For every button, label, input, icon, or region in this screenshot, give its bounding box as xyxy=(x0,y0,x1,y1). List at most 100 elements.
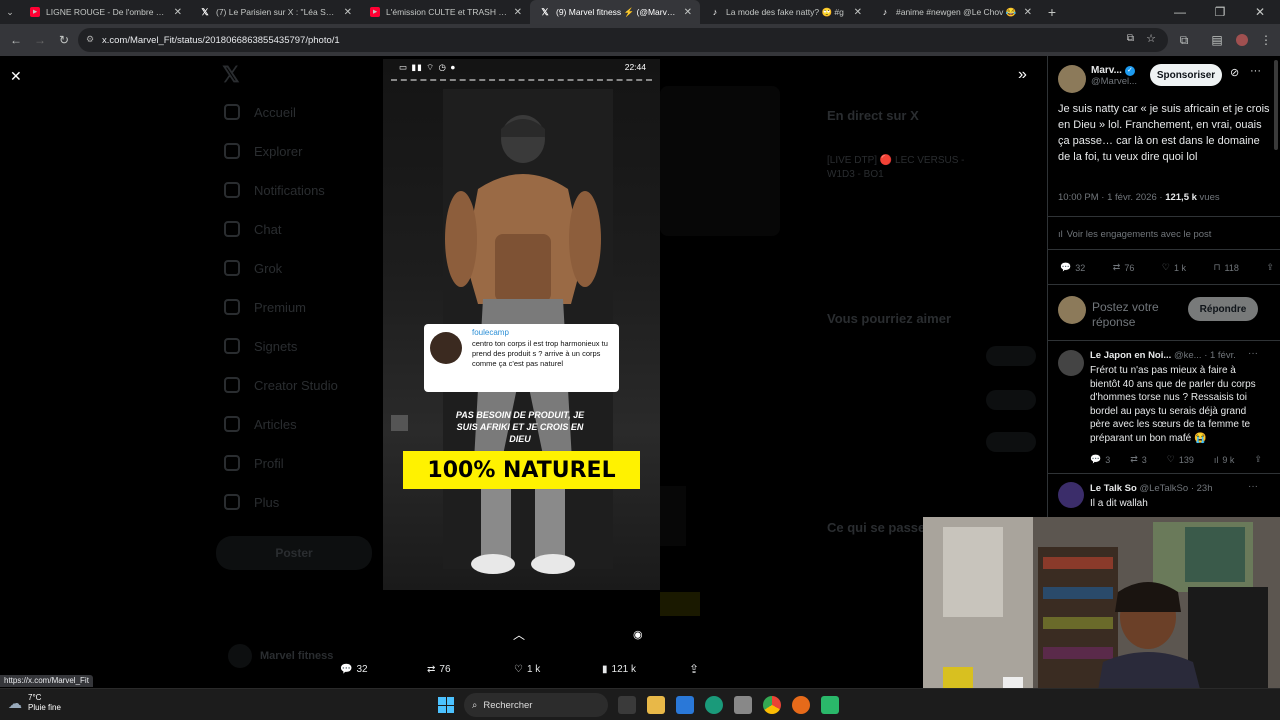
nav-item[interactable]: Premium xyxy=(224,299,306,315)
heart-icon: ♡ xyxy=(1161,262,1170,272)
reply-more-icon[interactable]: ··· xyxy=(1248,348,1258,359)
scrollbar[interactable] xyxy=(1274,60,1278,150)
reply-card[interactable]: Le Japon en Noi... @ke... · 1 févr. ··· … xyxy=(1048,342,1280,472)
firefox-icon[interactable] xyxy=(792,696,810,714)
repost-button[interactable]: ⇄ 76 xyxy=(1113,262,1135,273)
expand-up-icon[interactable]: ︿ xyxy=(513,626,525,643)
tab-title: (9) Marvel fitness ⚡ (@Marvel_F xyxy=(556,6,678,17)
nav-item[interactable]: Accueil xyxy=(224,104,296,120)
grok-icon[interactable]: ⊘ xyxy=(1230,66,1239,79)
reply-reply-button[interactable]: 💬 3 xyxy=(1090,454,1110,465)
status-url-text: https://x.com/Marvel_Fit xyxy=(4,676,89,685)
reply-avatar[interactable] xyxy=(1058,350,1084,376)
reload-button[interactable]: ↻ xyxy=(52,28,76,52)
sidebar-icon[interactable]: ▤ xyxy=(1205,28,1229,52)
nav-item[interactable]: Plus xyxy=(224,494,279,510)
follow-button[interactable] xyxy=(986,432,1036,452)
nav-item[interactable]: Explorer xyxy=(224,143,302,159)
install-app-icon[interactable]: ⧉ xyxy=(1127,33,1134,44)
media-repost-button[interactable]: ⇄ 76 xyxy=(427,664,451,675)
browser-tab[interactable]: ♪ La mode des fake natty? 🙄 #g ✕ xyxy=(700,0,870,24)
file-explorer-icon[interactable] xyxy=(647,696,665,714)
media-share-button[interactable]: ⇪ xyxy=(689,662,699,676)
reply-like-button[interactable]: ♡ 139 xyxy=(1167,454,1194,465)
edge-icon[interactable] xyxy=(705,696,723,714)
close-window-icon[interactable]: ✕ xyxy=(1240,0,1280,24)
extensions-icon[interactable]: ⧉ xyxy=(1172,28,1196,52)
reply-card[interactable]: Le Talk So @LeTalkSo · 23h ··· Il a dit … xyxy=(1048,476,1280,516)
nav-item[interactable]: Articles xyxy=(224,416,297,432)
follow-button[interactable] xyxy=(986,346,1036,366)
more-options-icon[interactable]: ··· xyxy=(1250,65,1261,77)
post-timestamp[interactable]: 10:00 PM · 1 févr. 2026 · xyxy=(1058,192,1165,203)
reply-input[interactable]: Postez votre réponse xyxy=(1092,300,1192,328)
nav-item[interactable]: Creator Studio xyxy=(224,377,338,393)
media-reply-button[interactable]: 💬 32 xyxy=(340,664,368,675)
reply-author[interactable]: Le Japon en Noi... xyxy=(1090,350,1171,361)
post-views-count: 121,5 k xyxy=(1165,192,1197,203)
reply-more-icon[interactable]: ··· xyxy=(1248,481,1258,492)
reply-views-button[interactable]: ıl 9 k xyxy=(1214,454,1235,465)
start-button[interactable] xyxy=(438,697,454,713)
nav-item[interactable]: Chat xyxy=(224,221,281,237)
nav-item[interactable]: Profil xyxy=(224,455,284,471)
bookmark-star-icon[interactable]: ☆ xyxy=(1146,32,1156,45)
account-switcher[interactable]: Marvel fitness xyxy=(228,644,333,668)
reply-avatar[interactable] xyxy=(1058,482,1084,508)
app-icon[interactable] xyxy=(734,696,752,714)
taskbar-search[interactable]: ⌕ Rechercher xyxy=(464,693,608,717)
browser-tab[interactable]: ▶ L'émission CULTE et TRASH de ✕ xyxy=(360,0,530,24)
store-icon[interactable] xyxy=(676,696,694,714)
follow-button[interactable] xyxy=(986,390,1036,410)
close-tab-icon[interactable]: ✕ xyxy=(514,7,522,18)
media-image[interactable]: ▭ ▮▮ ⌔ ◷ ● 22:44 foulecamp centro ton co… xyxy=(383,59,660,590)
close-tab-icon[interactable]: ✕ xyxy=(684,7,692,18)
restore-icon[interactable]: ❐ xyxy=(1200,0,1240,24)
reply-button-primary[interactable]: Répondre xyxy=(1188,297,1258,321)
nav-item[interactable]: Grok xyxy=(224,260,282,276)
browser-menu-icon[interactable]: ⋮ xyxy=(1254,28,1278,52)
nav-item[interactable]: Signets xyxy=(224,338,297,354)
browser-toolbar: ← → ↻ ⚙ x.com/Marvel_Fit/status/20180668… xyxy=(0,24,1280,56)
browser-tab[interactable]: ▶ LIGNE ROUGE - De l'ombre à la ✕ xyxy=(20,0,190,24)
browser-tab[interactable]: 𝕏 (7) Le Parisien sur X : "Léa Salam ✕ xyxy=(190,0,360,24)
media-views-button[interactable]: ▮ 121 k xyxy=(602,664,636,675)
forward-button[interactable]: → xyxy=(28,28,52,52)
close-tab-icon[interactable]: ✕ xyxy=(854,7,862,18)
close-tab-icon[interactable]: ✕ xyxy=(1024,7,1032,18)
palette-icon[interactable]: ◉ xyxy=(633,628,643,641)
reply-repost-button[interactable]: ⇄ 3 xyxy=(1130,454,1147,465)
chrome-icon[interactable] xyxy=(763,696,781,714)
browser-tab[interactable]: 𝕏 (9) Marvel fitness ⚡ (@Marvel_F ✕ xyxy=(530,0,700,24)
profile-avatar-icon[interactable] xyxy=(1230,28,1254,52)
close-tab-icon[interactable]: ✕ xyxy=(174,7,182,18)
suggestions-title: Vous pourriez aimer xyxy=(827,311,952,326)
nav-item[interactable]: Notifications xyxy=(224,182,325,198)
reply-author[interactable]: Le Talk So xyxy=(1090,483,1137,494)
weather-widget[interactable]: ☁ 7°C Pluie fine xyxy=(8,693,61,713)
like-button[interactable]: ♡ 1 k xyxy=(1162,262,1186,273)
view-engagements-link[interactable]: ıl Voir les engagements avec le post xyxy=(1058,229,1211,240)
share-button[interactable]: ⇪ xyxy=(1266,262,1274,273)
author-avatar[interactable] xyxy=(1058,65,1086,93)
back-button[interactable]: ← xyxy=(4,28,28,52)
headline-banner: 100% NATUREL xyxy=(403,451,640,489)
reply-button[interactable]: 💬 32 xyxy=(1060,262,1085,273)
close-viewer-icon[interactable]: ✕ xyxy=(10,68,22,85)
media-like-button[interactable]: ♡ 1 k xyxy=(514,664,540,675)
minimize-icon[interactable]: — xyxy=(1160,0,1200,24)
reply-share-button[interactable]: ⇪ xyxy=(1254,454,1262,465)
browser-tab[interactable]: ♪ #anime #newgen @Le Chov 😂 ✕ xyxy=(870,0,1040,24)
sponsor-button[interactable]: Sponsoriser xyxy=(1150,64,1222,86)
task-view-icon[interactable] xyxy=(618,696,636,714)
collapse-panel-icon[interactable]: » xyxy=(1018,66,1027,84)
new-tab-button[interactable]: + xyxy=(1040,0,1064,24)
author-name[interactable]: Marv... xyxy=(1091,65,1122,76)
close-tab-icon[interactable]: ✕ xyxy=(344,7,352,18)
post-button[interactable]: Poster xyxy=(216,536,372,570)
address-bar[interactable]: ⚙ x.com/Marvel_Fit/status/20180668638554… xyxy=(78,28,1168,52)
tab-search-icon[interactable]: ⌄ xyxy=(0,0,20,24)
bookmark-button[interactable]: ⊓ 118 xyxy=(1213,262,1238,273)
spotify-app-icon[interactable] xyxy=(821,696,839,714)
site-info-icon[interactable]: ⚙ xyxy=(86,34,94,45)
